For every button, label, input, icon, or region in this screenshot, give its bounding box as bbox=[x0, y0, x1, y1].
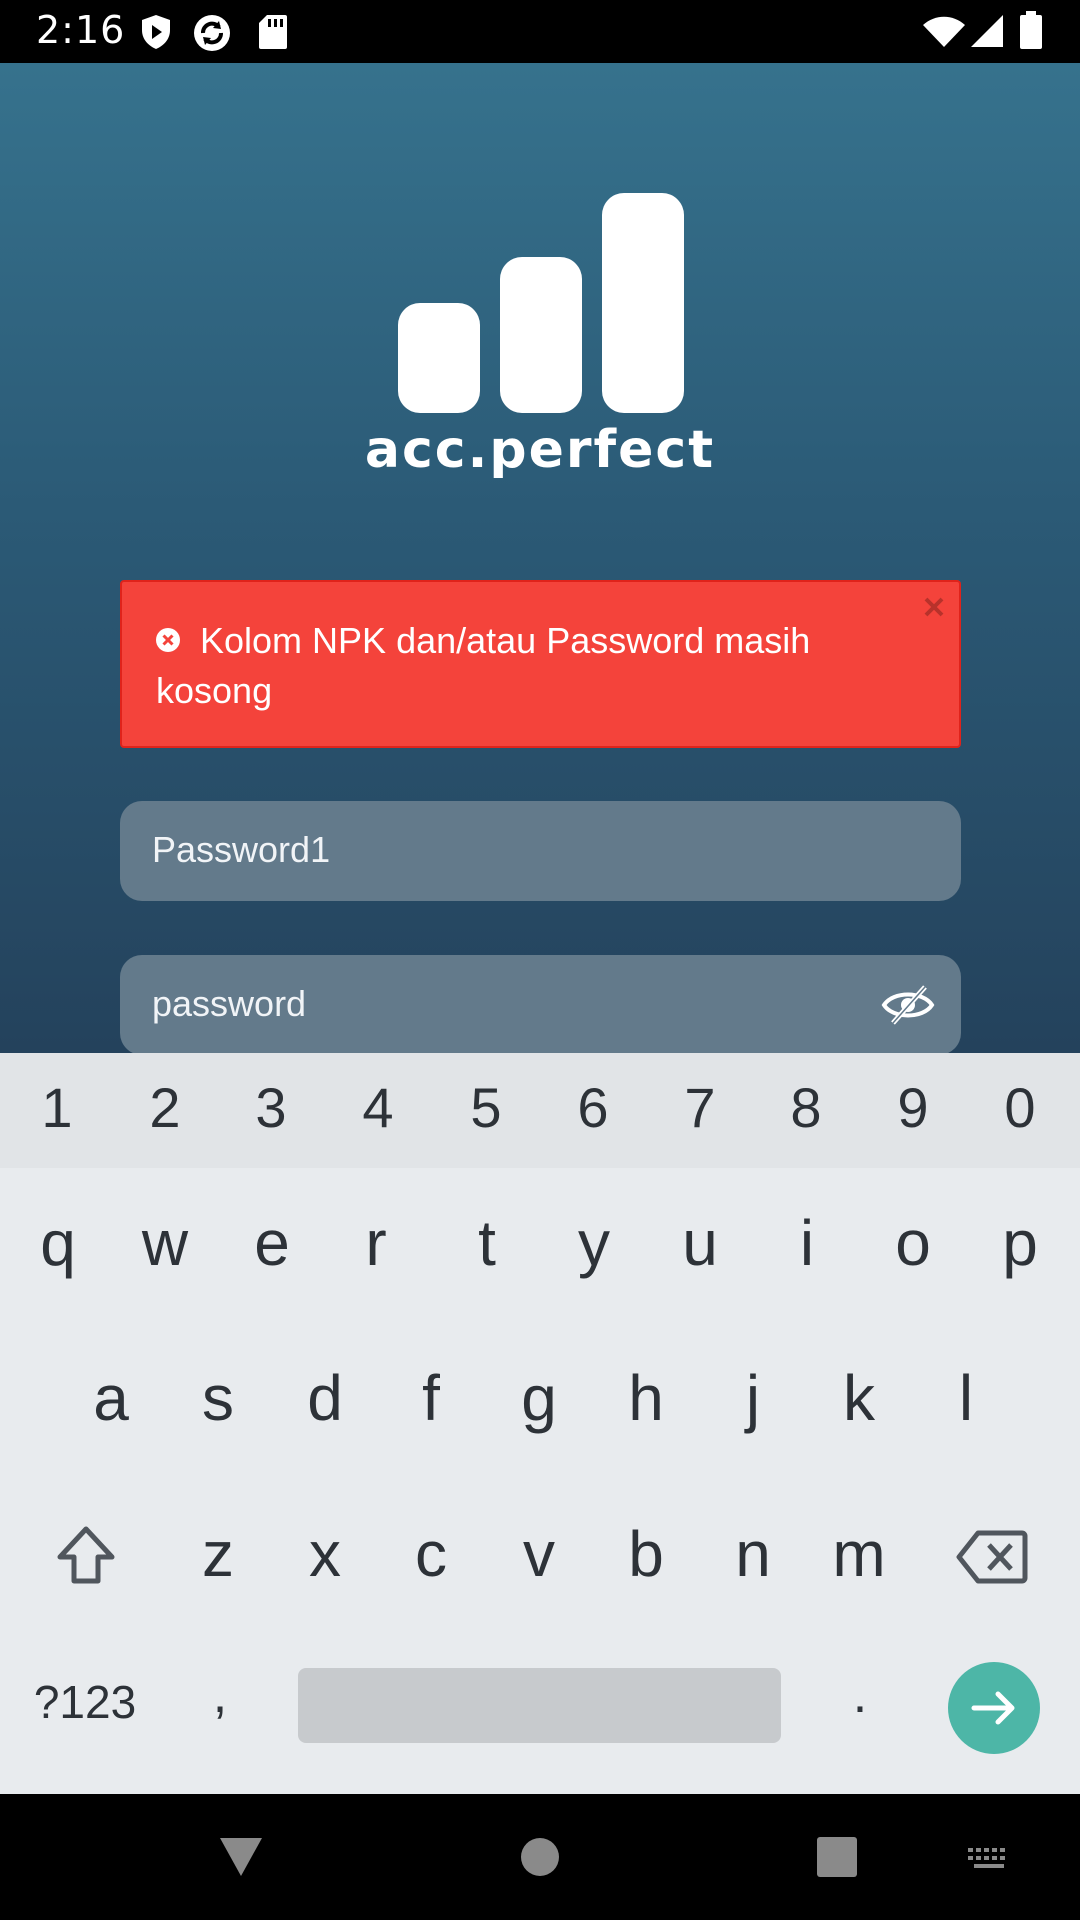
key-q[interactable]: q bbox=[4, 1206, 112, 1280]
key-a[interactable]: a bbox=[57, 1361, 165, 1435]
toggle-password-visibility-icon[interactable] bbox=[881, 983, 935, 1027]
key-j[interactable]: j bbox=[699, 1361, 807, 1435]
alert-message: Kolom NPK dan/atau Password masih kosong bbox=[156, 620, 811, 711]
key-4[interactable]: 4 bbox=[324, 1075, 432, 1140]
keyboard-switcher-icon[interactable] bbox=[966, 1846, 1012, 1872]
password-input-value: password bbox=[152, 983, 307, 1024]
key-h[interactable]: h bbox=[592, 1361, 700, 1435]
logo-bar-short bbox=[398, 303, 480, 413]
key-5[interactable]: 5 bbox=[432, 1075, 540, 1140]
key-o[interactable]: o bbox=[859, 1206, 967, 1280]
symbols-key[interactable]: ?123 bbox=[20, 1675, 150, 1729]
key-l[interactable]: l bbox=[912, 1361, 1020, 1435]
sd-card-icon bbox=[259, 15, 287, 49]
go-button[interactable] bbox=[948, 1662, 1040, 1754]
login-screen: acc.perfect Kolom NPK dan/atau Password … bbox=[0, 63, 1080, 1053]
close-icon[interactable] bbox=[919, 592, 949, 622]
key-g[interactable]: g bbox=[485, 1361, 593, 1435]
key-8[interactable]: 8 bbox=[752, 1075, 860, 1140]
key-e[interactable]: e bbox=[218, 1206, 326, 1280]
status-time: 2:16 bbox=[36, 8, 126, 52]
logo-bar-tall bbox=[602, 193, 684, 413]
number-row: 1 2 3 4 5 6 7 8 9 0 bbox=[0, 1053, 1080, 1168]
key-n[interactable]: n bbox=[699, 1517, 807, 1591]
logo-text: acc.perfect bbox=[364, 420, 716, 480]
npk-input[interactable]: Password1 bbox=[120, 801, 961, 901]
key-7[interactable]: 7 bbox=[646, 1075, 754, 1140]
key-2[interactable]: 2 bbox=[111, 1075, 219, 1140]
key-s[interactable]: s bbox=[164, 1361, 272, 1435]
error-alert: Kolom NPK dan/atau Password masih kosong bbox=[120, 580, 961, 748]
soft-keyboard: 1 2 3 4 5 6 7 8 9 0 q w e r t y u i o p … bbox=[0, 1053, 1080, 1794]
key-x[interactable]: x bbox=[271, 1517, 379, 1591]
key-k[interactable]: k bbox=[805, 1361, 913, 1435]
status-bar: 2:16 bbox=[0, 0, 1080, 63]
app-logo bbox=[398, 193, 684, 413]
key-u[interactable]: u bbox=[646, 1206, 754, 1280]
period-key[interactable]: . bbox=[830, 1665, 890, 1725]
key-9[interactable]: 9 bbox=[859, 1075, 967, 1140]
key-y[interactable]: y bbox=[540, 1206, 648, 1280]
wifi-icon bbox=[923, 16, 965, 47]
navigation-bar bbox=[0, 1794, 1080, 1920]
key-z[interactable]: z bbox=[164, 1517, 272, 1591]
key-1[interactable]: 1 bbox=[3, 1075, 111, 1140]
shield-play-icon bbox=[142, 15, 170, 49]
cellular-signal-icon bbox=[971, 15, 1003, 47]
key-r[interactable]: r bbox=[322, 1206, 430, 1280]
key-i[interactable]: i bbox=[753, 1206, 861, 1280]
key-p[interactable]: p bbox=[966, 1206, 1074, 1280]
key-6[interactable]: 6 bbox=[539, 1075, 647, 1140]
recents-icon[interactable] bbox=[817, 1837, 857, 1877]
key-c[interactable]: c bbox=[377, 1517, 485, 1591]
key-0[interactable]: 0 bbox=[966, 1075, 1074, 1140]
home-icon[interactable] bbox=[520, 1837, 560, 1877]
key-t[interactable]: t bbox=[433, 1206, 541, 1280]
key-m[interactable]: m bbox=[805, 1517, 913, 1591]
key-3[interactable]: 3 bbox=[217, 1075, 325, 1140]
key-v[interactable]: v bbox=[485, 1517, 593, 1591]
comma-key[interactable]: , bbox=[190, 1665, 250, 1725]
back-icon[interactable] bbox=[218, 1836, 264, 1878]
logo-bar-medium bbox=[500, 257, 582, 413]
key-b[interactable]: b bbox=[592, 1517, 700, 1591]
space-bar[interactable] bbox=[298, 1668, 781, 1743]
sync-app-icon bbox=[194, 15, 230, 51]
password-input[interactable]: password bbox=[120, 955, 961, 1053]
arrow-right-icon bbox=[971, 1691, 1015, 1725]
key-f[interactable]: f bbox=[377, 1361, 485, 1435]
npk-input-value: Password1 bbox=[152, 829, 331, 870]
key-w[interactable]: w bbox=[111, 1206, 219, 1280]
shift-icon[interactable] bbox=[54, 1525, 118, 1585]
key-d[interactable]: d bbox=[271, 1361, 379, 1435]
backspace-icon[interactable] bbox=[956, 1529, 1028, 1585]
battery-icon bbox=[1020, 11, 1042, 49]
